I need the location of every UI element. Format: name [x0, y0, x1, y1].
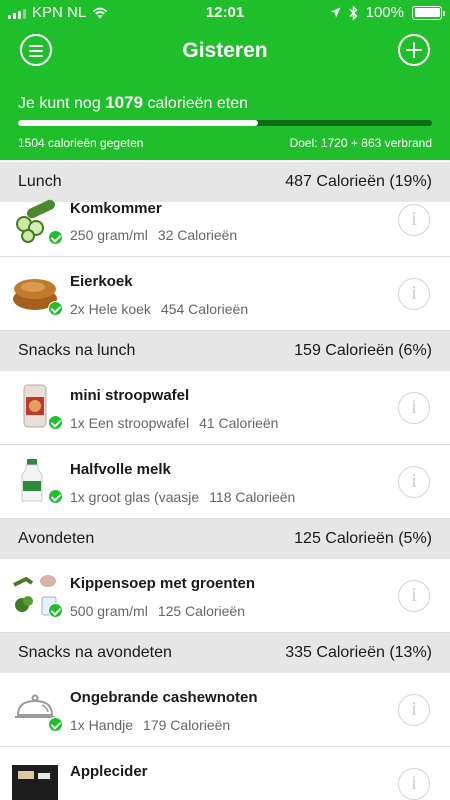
budget-prefix: Je kunt nog	[18, 95, 101, 112]
food-portion: 1x Handje	[70, 717, 134, 733]
section-total: 125 Calorieën (5%)	[294, 530, 432, 547]
section-title: Snacks na avondeten	[18, 644, 172, 661]
check-icon	[48, 603, 63, 618]
food-item-applecider[interactable]: Applecider i	[0, 747, 450, 800]
section-total: 335 Calorieën (13%)	[285, 644, 432, 661]
status-bar: KPN NL 12:01 100%	[0, 0, 450, 26]
section-snacks-na-lunch[interactable]: Snacks na lunch 159 Calorieën (6%)	[0, 331, 450, 371]
food-detail: 500 gram/ml 125 Calorieën	[70, 603, 245, 619]
food-calories: 179 Calorieën	[143, 717, 231, 733]
info-icon[interactable]: i	[398, 694, 430, 726]
battery-percentage: 100%	[365, 4, 404, 21]
calorie-progress-bar	[18, 120, 432, 126]
info-icon[interactable]: i	[398, 466, 430, 498]
section-avondeten[interactable]: Avondeten 125 Calorieën (5%)	[0, 519, 450, 559]
budget-suffix: calorieën eten	[147, 95, 248, 112]
battery-icon	[412, 5, 445, 20]
food-name: Halfvolle melk	[70, 461, 171, 478]
section-title: Snacks na lunch	[18, 342, 136, 359]
section-snacks-na-avondeten[interactable]: Snacks na avondeten 335 Calorieën (13%)	[0, 633, 450, 673]
calorie-goal: Doel: 1720 + 863 verbrand	[289, 136, 432, 150]
check-icon	[48, 415, 63, 430]
info-icon[interactable]: i	[398, 278, 430, 310]
food-portion: 1x Een stroopwafel	[70, 415, 190, 431]
food-portion: 1x groot glas (vaasje	[70, 489, 200, 505]
food-detail: 1x Een stroopwafel 41 Calorieën	[70, 415, 278, 431]
section-total: 487 Calorieën (19%)	[285, 173, 432, 190]
food-detail: 1x Handje 179 Calorieën	[70, 717, 230, 733]
section-title: Avondeten	[18, 530, 95, 547]
status-right: 100%	[330, 4, 445, 21]
location-arrow-icon	[330, 7, 341, 18]
header: KPN NL 12:01 100% Gisteren Je kunt nog 1…	[0, 0, 450, 160]
food-item-cashewnoten[interactable]: Ongebrande cashewnoten 1x Handje 179 Calo…	[0, 673, 450, 747]
calories-eaten: 1504 calorieën gegeten	[18, 136, 144, 150]
food-name: Eierkoek	[70, 273, 133, 290]
food-detail: 1x groot glas (vaasje 118 Calorieën	[70, 489, 295, 505]
food-detail: 250 gram/ml 32 Calorieën	[70, 227, 237, 243]
food-name: Ongebrande cashewnoten	[70, 689, 258, 706]
food-calories: 454 Calorieën	[160, 301, 249, 317]
meal-list: Lunch 487 Calorieën (19%) Komkommer 250 …	[0, 162, 450, 800]
food-detail: 2x Hele koek 454 Calorieën	[70, 301, 248, 317]
check-icon	[48, 230, 63, 245]
food-portion: 2x Hele koek	[70, 301, 151, 317]
food-calories: 118 Calorieën	[209, 489, 296, 505]
info-icon[interactable]: i	[398, 392, 430, 424]
food-name: Kippensoep met groenten	[70, 575, 256, 592]
food-name: Applecider	[70, 763, 148, 780]
info-icon[interactable]: i	[398, 204, 430, 236]
food-item-komkommer[interactable]: Komkommer 250 gram/ml 32 Calorieën i	[0, 199, 450, 257]
food-item-kippensoep[interactable]: Kippensoep met groenten 500 gram/ml 125 C…	[0, 559, 450, 633]
food-item-eierkoek[interactable]: Eierkoek 2x Hele koek 454 Calorieën i	[0, 257, 450, 331]
food-item-mini-stroopwafel[interactable]: mini stroopwafel 1x Een stroopwafel 41 Ca…	[0, 371, 450, 445]
bottle-icon	[12, 765, 58, 800]
check-icon	[48, 301, 63, 316]
section-lunch[interactable]: Lunch 487 Calorieën (19%)	[0, 162, 450, 202]
check-icon	[48, 489, 63, 504]
food-detail	[70, 791, 80, 800]
info-icon[interactable]: i	[398, 768, 430, 800]
food-name: mini stroopwafel	[70, 387, 190, 404]
food-portion: 250 gram/ml	[70, 227, 148, 243]
add-icon[interactable]	[398, 34, 430, 66]
bluetooth-icon	[349, 5, 358, 20]
navbar: Gisteren	[0, 28, 450, 74]
food-item-halfvolle-melk[interactable]: Halfvolle melk 1x groot glas (vaasje 118 …	[0, 445, 450, 519]
food-calories: 32 Calorieën	[157, 227, 238, 243]
calorie-progress-fill	[18, 120, 259, 126]
page-title: Gisteren	[182, 39, 268, 62]
food-portion: 500 gram/ml	[70, 603, 148, 619]
battery-fill	[414, 8, 440, 17]
info-icon[interactable]: i	[398, 580, 430, 612]
check-icon	[48, 717, 63, 732]
budget-value: 1079	[105, 93, 144, 112]
section-title: Lunch	[18, 173, 62, 190]
food-calories: 125 Calorieën	[157, 603, 245, 619]
calorie-budget: Je kunt nog 1079 calorieën eten	[18, 93, 248, 113]
food-calories: 41 Calorieën	[199, 415, 279, 431]
food-name: Komkommer	[70, 200, 162, 217]
section-total: 159 Calorieën (6%)	[294, 342, 432, 359]
